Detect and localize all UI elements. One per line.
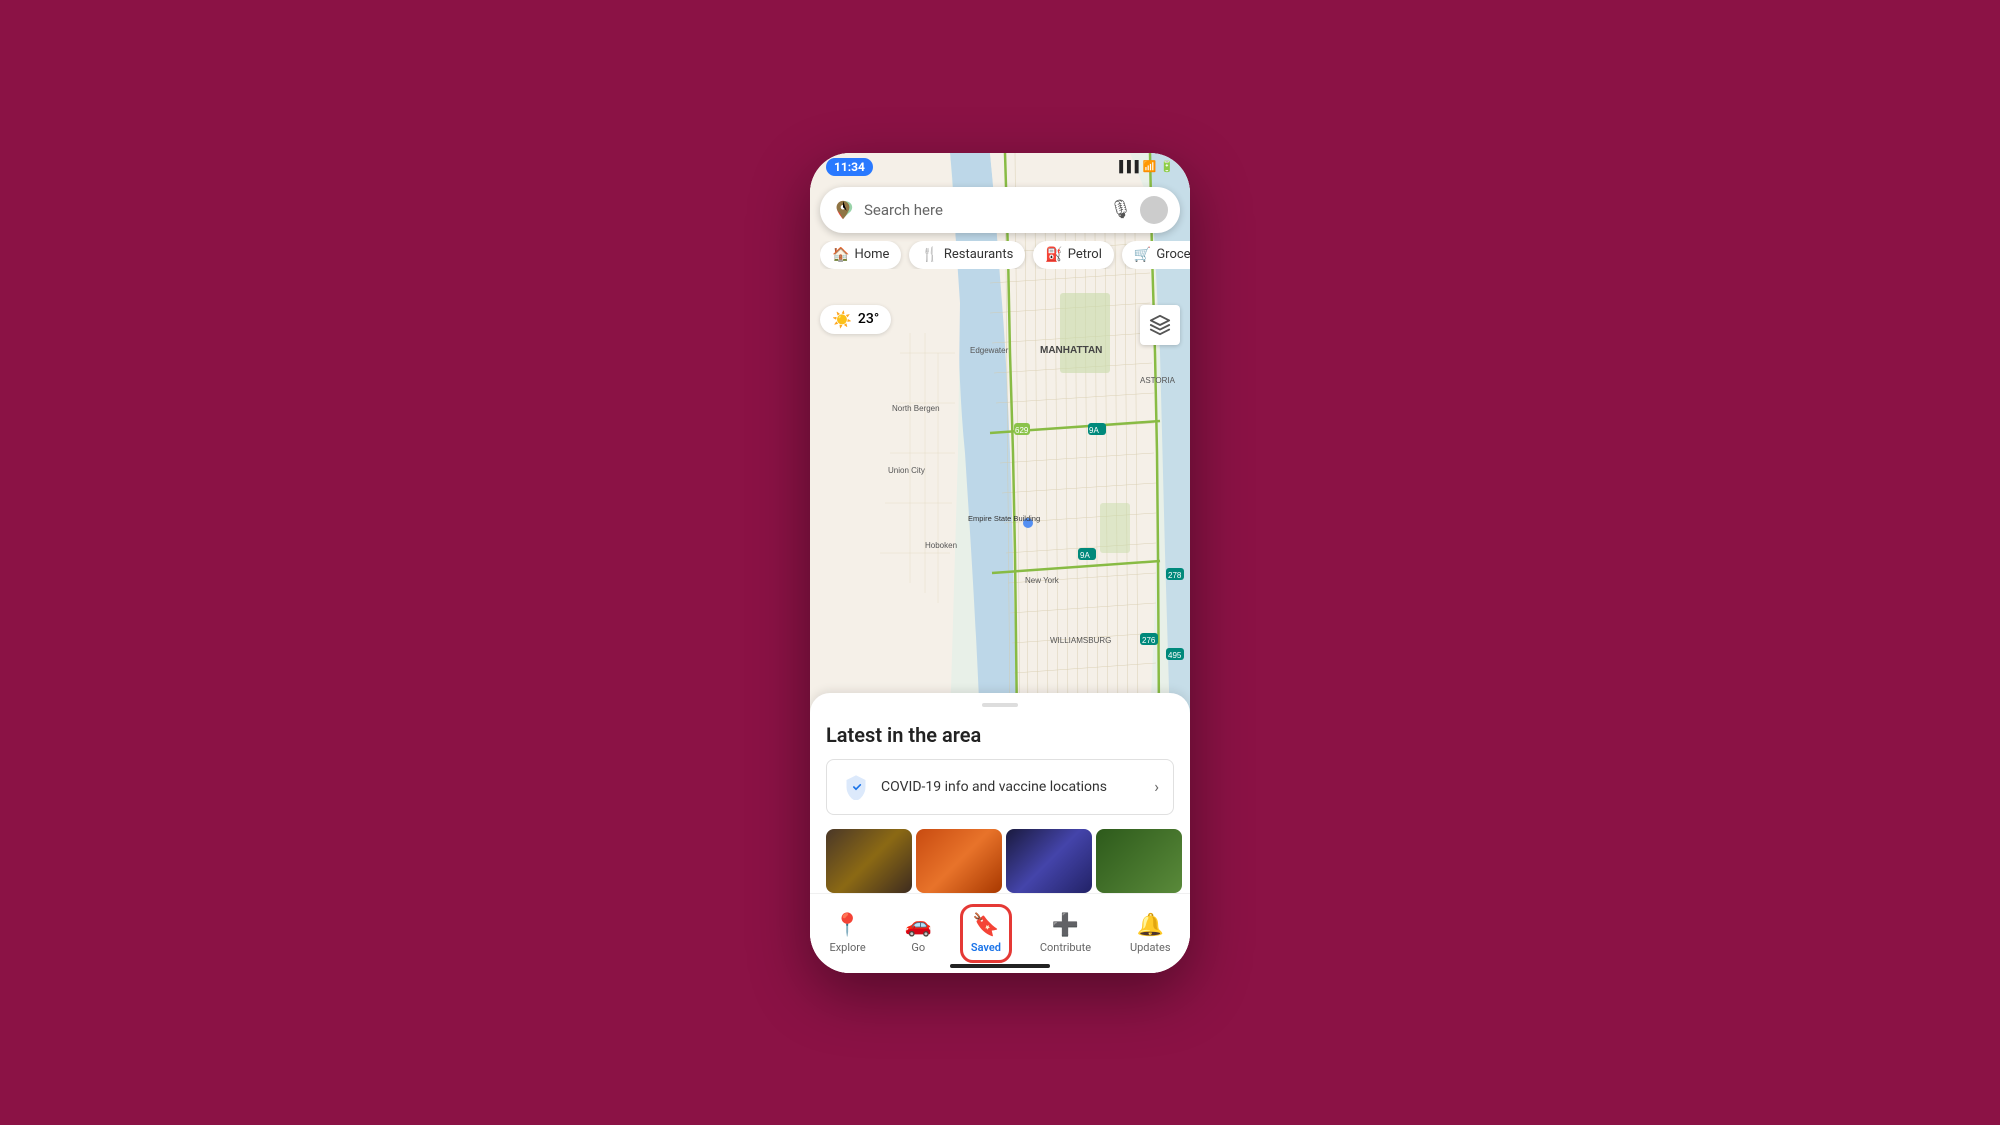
- covid-shield-icon: [841, 772, 871, 802]
- contribute-nav-icon: ➕: [1052, 913, 1079, 938]
- explore-nav-label: Explore: [829, 941, 865, 954]
- covid-info-card[interactable]: COVID-19 info and vaccine locations ›: [826, 759, 1174, 815]
- svg-text:276: 276: [1142, 636, 1156, 645]
- nav-item-contribute[interactable]: ➕ Contribute: [1032, 907, 1099, 960]
- bottom-navigation-bar: 📍 Explore 🚗 Go 🔖 Saved ➕ Contribute 🔔 Up…: [810, 893, 1190, 973]
- sun-weather-icon: ☀️: [832, 310, 852, 329]
- photo-thumbnail-2[interactable]: [916, 829, 1002, 893]
- map-background: HARLEM MANHATTAN North Bergen Edgewater …: [810, 153, 1190, 723]
- pill-groceries[interactable]: 🛒 Groce: [1122, 241, 1190, 269]
- groceries-pill-label: Groce: [1156, 247, 1190, 262]
- go-nav-label: Go: [911, 941, 925, 954]
- groceries-pill-icon: 🛒: [1134, 247, 1151, 263]
- pill-petrol[interactable]: ⛽ Petrol: [1033, 241, 1114, 269]
- svg-text:9A: 9A: [1089, 426, 1099, 435]
- map-layers-button[interactable]: [1140, 305, 1180, 345]
- svg-text:278: 278: [1168, 571, 1182, 580]
- covid-chevron-right-icon: ›: [1154, 777, 1159, 796]
- status-icons: ▐▐▐ 📶 🔋: [1115, 160, 1174, 173]
- microphone-icon[interactable]: 🎙: [1109, 199, 1132, 220]
- latest-in-area-title: Latest in the area: [810, 723, 1190, 747]
- svg-text:629: 629: [1015, 426, 1029, 435]
- status-bar: 11:34 ▐▐▐ 📶 🔋: [810, 153, 1190, 181]
- status-time: 11:34: [826, 158, 873, 176]
- svg-text:North Bergen: North Bergen: [892, 404, 940, 413]
- photo-thumbnail-1[interactable]: [826, 829, 912, 893]
- petrol-pill-icon: ⛽: [1045, 247, 1062, 263]
- sheet-drag-handle[interactable]: [982, 703, 1018, 707]
- photo-thumbnail-4[interactable]: [1096, 829, 1182, 893]
- home-indicator-bar: [950, 964, 1050, 968]
- nav-item-go[interactable]: 🚗 Go: [897, 907, 940, 960]
- signal-bars-icon: ▐▐▐: [1115, 160, 1138, 173]
- nav-item-explore[interactable]: 📍 Explore: [821, 907, 873, 960]
- wifi-icon: 📶: [1143, 160, 1157, 173]
- restaurants-pill-label: Restaurants: [944, 247, 1013, 262]
- weather-widget[interactable]: ☀️ 23°: [820, 305, 891, 334]
- covid-card-text: COVID-19 info and vaccine locations: [881, 779, 1154, 795]
- category-pills-row: 🏠 Home 🍴 Restaurants ⛽ Petrol 🛒 Groce: [820, 241, 1190, 269]
- svg-text:Edgewater: Edgewater: [970, 346, 1009, 355]
- pill-home[interactable]: 🏠 Home: [820, 241, 901, 269]
- search-placeholder-text: Search here: [864, 201, 1109, 219]
- petrol-pill-label: Petrol: [1068, 247, 1102, 262]
- svg-text:Hoboken: Hoboken: [925, 541, 957, 550]
- updates-nav-icon: 🔔: [1137, 913, 1164, 938]
- nav-item-updates[interactable]: 🔔 Updates: [1122, 907, 1179, 960]
- photo-thumbnails-row: [810, 829, 1190, 893]
- temperature-text: 23°: [858, 311, 879, 327]
- pill-restaurants[interactable]: 🍴 Restaurants: [909, 241, 1025, 269]
- map-svg: HARLEM MANHATTAN North Bergen Edgewater …: [810, 153, 1190, 723]
- contribute-nav-label: Contribute: [1040, 941, 1091, 954]
- svg-text:New York: New York: [1025, 576, 1060, 585]
- svg-text:ASTORIA: ASTORIA: [1140, 376, 1176, 385]
- saved-nav-icon: 🔖: [972, 913, 999, 938]
- svg-text:495: 495: [1168, 651, 1182, 660]
- svg-text:Union City: Union City: [888, 466, 925, 475]
- map-area[interactable]: HARLEM MANHATTAN North Bergen Edgewater …: [810, 153, 1190, 723]
- nav-item-saved[interactable]: 🔖 Saved: [963, 907, 1009, 960]
- explore-nav-icon: 📍: [834, 913, 861, 938]
- photo-thumbnail-3[interactable]: [1006, 829, 1092, 893]
- svg-text:9A: 9A: [1080, 551, 1090, 560]
- svg-text:Empire State Building: Empire State Building: [968, 514, 1040, 523]
- home-pill-label: Home: [854, 247, 889, 262]
- home-pill-icon: 🏠: [832, 247, 849, 263]
- svg-text:MANHATTAN: MANHATTAN: [1040, 345, 1102, 356]
- saved-nav-label: Saved: [971, 941, 1001, 954]
- search-bar[interactable]: Search here 🎙: [820, 187, 1180, 233]
- phone-frame: 11:34 ▐▐▐ 📶 🔋: [810, 153, 1190, 973]
- battery-icon: 🔋: [1160, 160, 1174, 173]
- restaurants-pill-icon: 🍴: [921, 247, 938, 263]
- google-maps-logo-icon: [832, 199, 854, 221]
- go-nav-icon: 🚗: [905, 913, 932, 938]
- layers-icon: [1149, 314, 1171, 336]
- updates-nav-label: Updates: [1130, 941, 1171, 954]
- svg-text:WILLIAMSBURG: WILLIAMSBURG: [1050, 636, 1111, 645]
- user-avatar[interactable]: [1140, 196, 1168, 224]
